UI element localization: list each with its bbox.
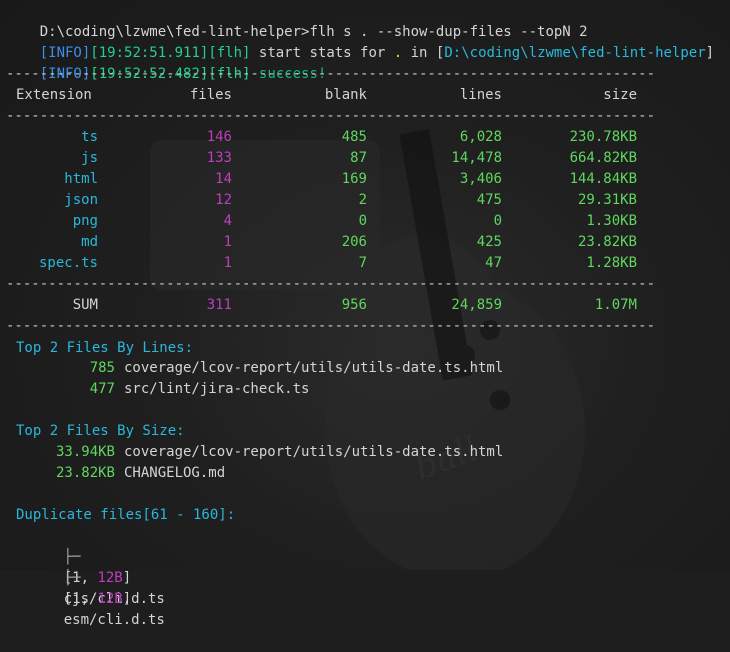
top-lines-value: 785 — [89, 360, 115, 376]
header-files: files — [189, 87, 232, 103]
cell-extension: png — [72, 213, 98, 229]
top-lines-file: src/lint/jira-check.ts — [124, 381, 310, 397]
table-row: spec.ts 1 7 47 1.28KB — [0, 253, 730, 274]
cell-blank: 206 — [341, 234, 367, 250]
cell-lines: 6,028 — [459, 129, 502, 145]
log-close: ] — [705, 45, 715, 61]
cell-files: 4 — [223, 213, 232, 229]
list-item: 477 src/lint/jira-check.ts — [0, 379, 730, 400]
cell-size: 29.31KB — [577, 192, 637, 208]
cell-blank: 87 — [350, 150, 367, 166]
cell-blank: 169 — [341, 171, 367, 187]
cell-lines: 3,406 — [459, 171, 502, 187]
header-extension: Extension — [16, 87, 92, 103]
table-header: Extension files blank lines size — [0, 85, 730, 106]
log-line-success: [INFO][19:52:52.482][flh] success! — [6, 43, 327, 82]
cell-blank: 7 — [358, 255, 367, 271]
cell-files: 133 — [206, 150, 232, 166]
cell-files: 12 — [215, 192, 232, 208]
top-lines-value: 477 — [89, 381, 115, 397]
separator: ----------------------------------------… — [6, 66, 656, 82]
table-row: md 1 206 425 23.82KB — [0, 232, 730, 253]
top-lines-file: coverage/lcov-report/utils/utils-date.ts… — [124, 360, 504, 376]
dup-size: 12B — [97, 570, 123, 586]
cell-lines: 14,478 — [451, 150, 502, 166]
cell-files: 1 — [223, 255, 232, 271]
top-size-title: Top 2 Files By Size: — [16, 423, 185, 439]
cell-blank: 2 — [358, 192, 367, 208]
duplicate-item: ├─ [1, 12B] esm/cli.d.ts — [63, 570, 165, 628]
cell-extension: html — [64, 171, 98, 187]
cell-files: 146 — [206, 129, 232, 145]
log-path: D:\coding\lzwme\fed-lint-helper — [444, 45, 706, 61]
cell-size: 1.30KB — [586, 213, 637, 229]
cell-extension: json — [64, 192, 98, 208]
top-size-file: coverage/lcov-report/utils/utils-date.ts… — [124, 444, 504, 460]
header-blank: blank — [324, 87, 367, 103]
top-size-file: CHANGELOG.md — [124, 465, 226, 481]
cell-lines: 425 — [476, 234, 502, 250]
cell-lines: 475 — [476, 192, 502, 208]
duplicate-files-title: Duplicate files[61 - 160]: — [16, 507, 236, 523]
cell-size: 23.82KB — [577, 234, 637, 250]
list-item: 33.94KB coverage/lcov-report/utils/utils… — [0, 442, 730, 463]
sum-row: SUM 311 956 24,859 1.07M — [0, 295, 730, 316]
sum-blank: 956 — [341, 297, 367, 313]
table-row: js 133 87 14,478 664.82KB — [0, 148, 730, 169]
table-row: html 14 169 3,406 144.84KB — [0, 169, 730, 190]
cell-files: 1 — [223, 234, 232, 250]
top-size-value: 33.94KB — [55, 444, 115, 460]
header-size: size — [603, 87, 637, 103]
cell-lines: 0 — [493, 213, 502, 229]
dup-file: esm/cli.d.ts — [63, 612, 165, 628]
top-lines-title: Top 2 Files By Lines: — [16, 340, 194, 356]
cell-lines: 47 — [485, 255, 502, 271]
table-row: png 4 0 0 1.30KB — [0, 211, 730, 232]
separator: ----------------------------------------… — [6, 276, 656, 292]
sum-size: 1.07M — [594, 297, 637, 313]
cell-blank: 485 — [341, 129, 367, 145]
cell-size: 230.78KB — [569, 129, 637, 145]
cell-extension: js — [81, 150, 98, 166]
log-in: in [ — [402, 45, 445, 61]
cell-files: 14 — [215, 171, 232, 187]
sum-label: SUM — [72, 297, 98, 313]
sum-files: 311 — [206, 297, 232, 313]
separator: ----------------------------------------… — [6, 108, 656, 124]
table-row: ts 146 485 6,028 230.78KB — [0, 127, 730, 148]
log-dot: . — [393, 45, 403, 61]
cell-extension: ts — [81, 129, 98, 145]
cell-size: 144.84KB — [569, 171, 637, 187]
list-item: 23.82KB CHANGELOG.md — [0, 463, 730, 484]
tree-branch-icon: ├─ — [63, 570, 81, 586]
cell-extension: md — [81, 234, 98, 250]
cell-blank: 0 — [358, 213, 367, 229]
dup-count: 1 — [72, 591, 81, 607]
duplicate-item: ├─ [1, 12B] cjs/cli.d.ts — [63, 549, 165, 607]
top-size-value: 23.82KB — [55, 465, 115, 481]
sum-lines: 24,859 — [451, 297, 502, 313]
dup-size: 12B — [97, 591, 123, 607]
list-item: 785 coverage/lcov-report/utils/utils-dat… — [0, 358, 730, 379]
cell-size: 664.82KB — [569, 150, 637, 166]
cell-extension: spec.ts — [38, 255, 98, 271]
prompt-line: D:\coding\lzwme\fed-lint-helper>flh s . … — [6, 1, 588, 40]
terminal-window[interactable]: ball D:\coding\lzwme\fed-lint-helper>flh… — [0, 0, 730, 628]
cell-size: 1.28KB — [586, 255, 637, 271]
table-row: json 12 2 475 29.31KB — [0, 190, 730, 211]
log-line-start: [INFO][19:52:51.911][flh] start stats fo… — [6, 22, 714, 61]
header-lines: lines — [459, 87, 502, 103]
separator: ----------------------------------------… — [6, 318, 656, 334]
